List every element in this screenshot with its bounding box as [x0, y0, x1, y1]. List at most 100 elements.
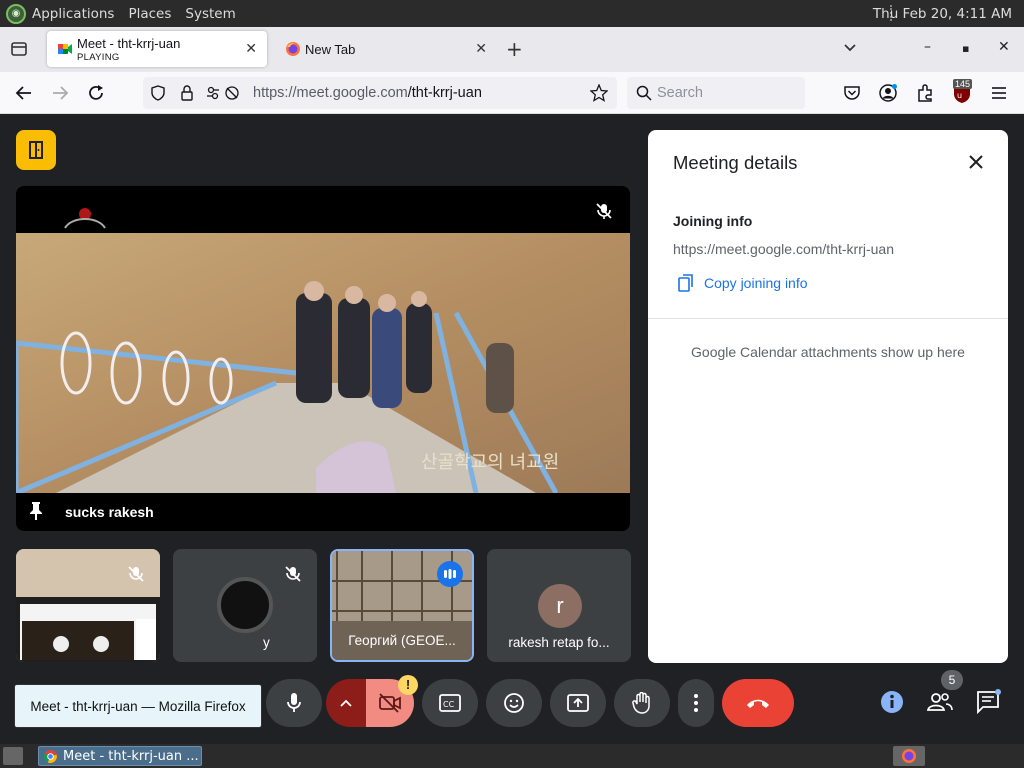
url-bar[interactable]: https://meet.google.com/tht-krrj-uan [143, 77, 617, 109]
navigation-toolbar: https://meet.google.com/tht-krrj-uan Sea… [0, 72, 1024, 114]
people-icon[interactable] [927, 689, 953, 715]
emoji-icon [504, 693, 524, 713]
warning-badge-icon: ! [398, 675, 418, 695]
hamburger-menu-icon[interactable] [990, 85, 1008, 101]
svg-text:u: u [957, 91, 962, 100]
hand-icon [632, 692, 650, 714]
calendar-attachments-note: Google Calendar attachments show up here [691, 344, 965, 360]
tab-new-tab[interactable]: New Tab ✕ [275, 31, 497, 67]
companion-door-button[interactable] [16, 130, 56, 170]
show-desktop-icon[interactable] [3, 747, 23, 765]
more-options-button[interactable] [678, 679, 714, 727]
present-screen-button[interactable] [550, 679, 606, 727]
leave-call-button[interactable] [722, 679, 794, 727]
window-tooltip: Meet - tht-krrj-uan — Mozilla Firefox [14, 684, 262, 728]
extensions-icon[interactable] [915, 83, 935, 103]
copy-joining-info-button[interactable]: Copy joining info [678, 274, 808, 292]
present-screen-icon [567, 694, 589, 712]
search-field[interactable]: Search [627, 77, 805, 109]
firefox-icon [286, 42, 300, 56]
mic-off-icon [285, 566, 301, 582]
google-meet-icon [58, 44, 72, 54]
door-icon [29, 141, 43, 159]
participant-tile-4[interactable]: r rakesh retap fo... [487, 549, 631, 662]
joining-info-heading: Joining info [673, 213, 753, 229]
menu-system[interactable]: System [185, 6, 235, 22]
url-host: https://meet.google.com [253, 85, 408, 101]
close-tab-icon[interactable]: ✕ [475, 40, 487, 57]
url-path: /tht-krrj-uan [407, 85, 482, 101]
meeting-details-icon[interactable] [879, 689, 905, 715]
reactions-button[interactable] [486, 679, 542, 727]
hang-up-icon [747, 699, 769, 708]
copy-label: Copy joining info [704, 275, 808, 291]
chat-icon[interactable] [975, 689, 1001, 715]
camera-options-button[interactable] [326, 679, 366, 727]
back-icon[interactable] [14, 83, 34, 103]
participant-tile-1[interactable] [16, 549, 160, 662]
meet-page: 산골학교의 녀교원 sucks rakesh y Георгий (GEOE..… [0, 114, 1024, 744]
forward-icon[interactable] [50, 83, 70, 103]
raise-hand-button[interactable] [614, 679, 670, 727]
bottom-taskbar: Meet - tht-krrj-uan ... [0, 744, 1024, 768]
microphone-icon [287, 693, 301, 712]
participant-name: Георгий (GEOE... [348, 633, 456, 648]
tracking-shield-icon[interactable] [150, 85, 166, 101]
participant-tile-2[interactable]: y [173, 549, 317, 662]
pin-icon[interactable] [28, 501, 44, 521]
taskbar-window-title: Meet - tht-krrj-uan ... [63, 748, 199, 764]
participant-tile-3[interactable]: Георгий (GEOE... [330, 549, 474, 662]
firefox-tray-icon[interactable] [893, 746, 925, 766]
participant-name: y [263, 635, 270, 650]
meeting-details-panel: Meeting details Joining info https://mee… [648, 130, 1008, 663]
list-all-tabs-icon[interactable] [842, 39, 858, 55]
pocket-icon[interactable] [843, 84, 861, 102]
captions-button[interactable]: CC [422, 679, 478, 727]
close-tab-icon[interactable]: ✕ [245, 40, 257, 57]
google-chrome-icon [43, 749, 58, 764]
copy-icon [678, 274, 693, 292]
permissions-icon[interactable] [205, 85, 241, 101]
url-text: https://meet.google.com/tht-krrj-uan [253, 85, 482, 101]
menu-places[interactable]: Places [128, 6, 171, 22]
reload-icon[interactable] [86, 83, 106, 103]
participant-count-badge: 5 [941, 670, 963, 690]
more-vert-icon [694, 694, 698, 712]
broadcaster-logo-icon [64, 208, 106, 229]
mic-off-icon [596, 203, 612, 219]
tab-title: New Tab [305, 42, 356, 57]
tab-strip: Meet - tht-krrj-uan PLAYING ✕ New Tab ✕ … [0, 27, 1024, 72]
microphone-button[interactable] [266, 679, 322, 727]
firefox-view-icon[interactable] [10, 40, 28, 58]
video-frame: 산골학교의 녀교원 [16, 233, 630, 493]
captions-icon: CC [439, 694, 461, 712]
tab-playing-status: PLAYING [77, 52, 120, 63]
speaking-indicator-icon [437, 561, 463, 587]
bookmark-star-icon[interactable] [590, 84, 608, 102]
svg-text:CC: CC [443, 700, 455, 709]
avatar [217, 577, 273, 633]
search-placeholder: Search [657, 85, 703, 101]
distro-logo-icon[interactable]: ◉ [6, 3, 26, 24]
participant-name: rakesh retap fo... [508, 635, 610, 650]
close-window-icon[interactable]: ✕ [998, 39, 1010, 55]
divider [648, 318, 1008, 319]
system-top-panel: ◉ Applications Places System Thu Feb 20,… [0, 0, 1024, 27]
maximize-icon[interactable]: ▪ [962, 42, 969, 55]
mic-off-icon [128, 566, 144, 582]
lock-icon[interactable] [179, 84, 195, 102]
taskbar-window-button[interactable]: Meet - tht-krrj-uan ... [38, 746, 202, 766]
joining-link: https://meet.google.com/tht-krrj-uan [673, 241, 894, 257]
main-video-tile[interactable]: 산골학교의 녀교원 sucks rakesh [16, 186, 630, 531]
chevron-up-icon [340, 699, 352, 707]
close-icon[interactable] [968, 154, 984, 170]
participant-name: sucks rakesh [65, 504, 154, 520]
minimize-icon[interactable]: – [924, 39, 931, 55]
video-caption: 산골학교의 녀교원 [421, 452, 559, 473]
menu-applications[interactable]: Applications [32, 6, 114, 22]
search-icon [636, 85, 652, 101]
tab-meet[interactable]: Meet - tht-krrj-uan PLAYING ✕ [47, 31, 267, 67]
clock[interactable]: Thu Feb 20, 4:11 AM [873, 6, 1012, 22]
account-icon[interactable] [878, 83, 898, 103]
new-tab-button[interactable]: + [506, 37, 523, 61]
